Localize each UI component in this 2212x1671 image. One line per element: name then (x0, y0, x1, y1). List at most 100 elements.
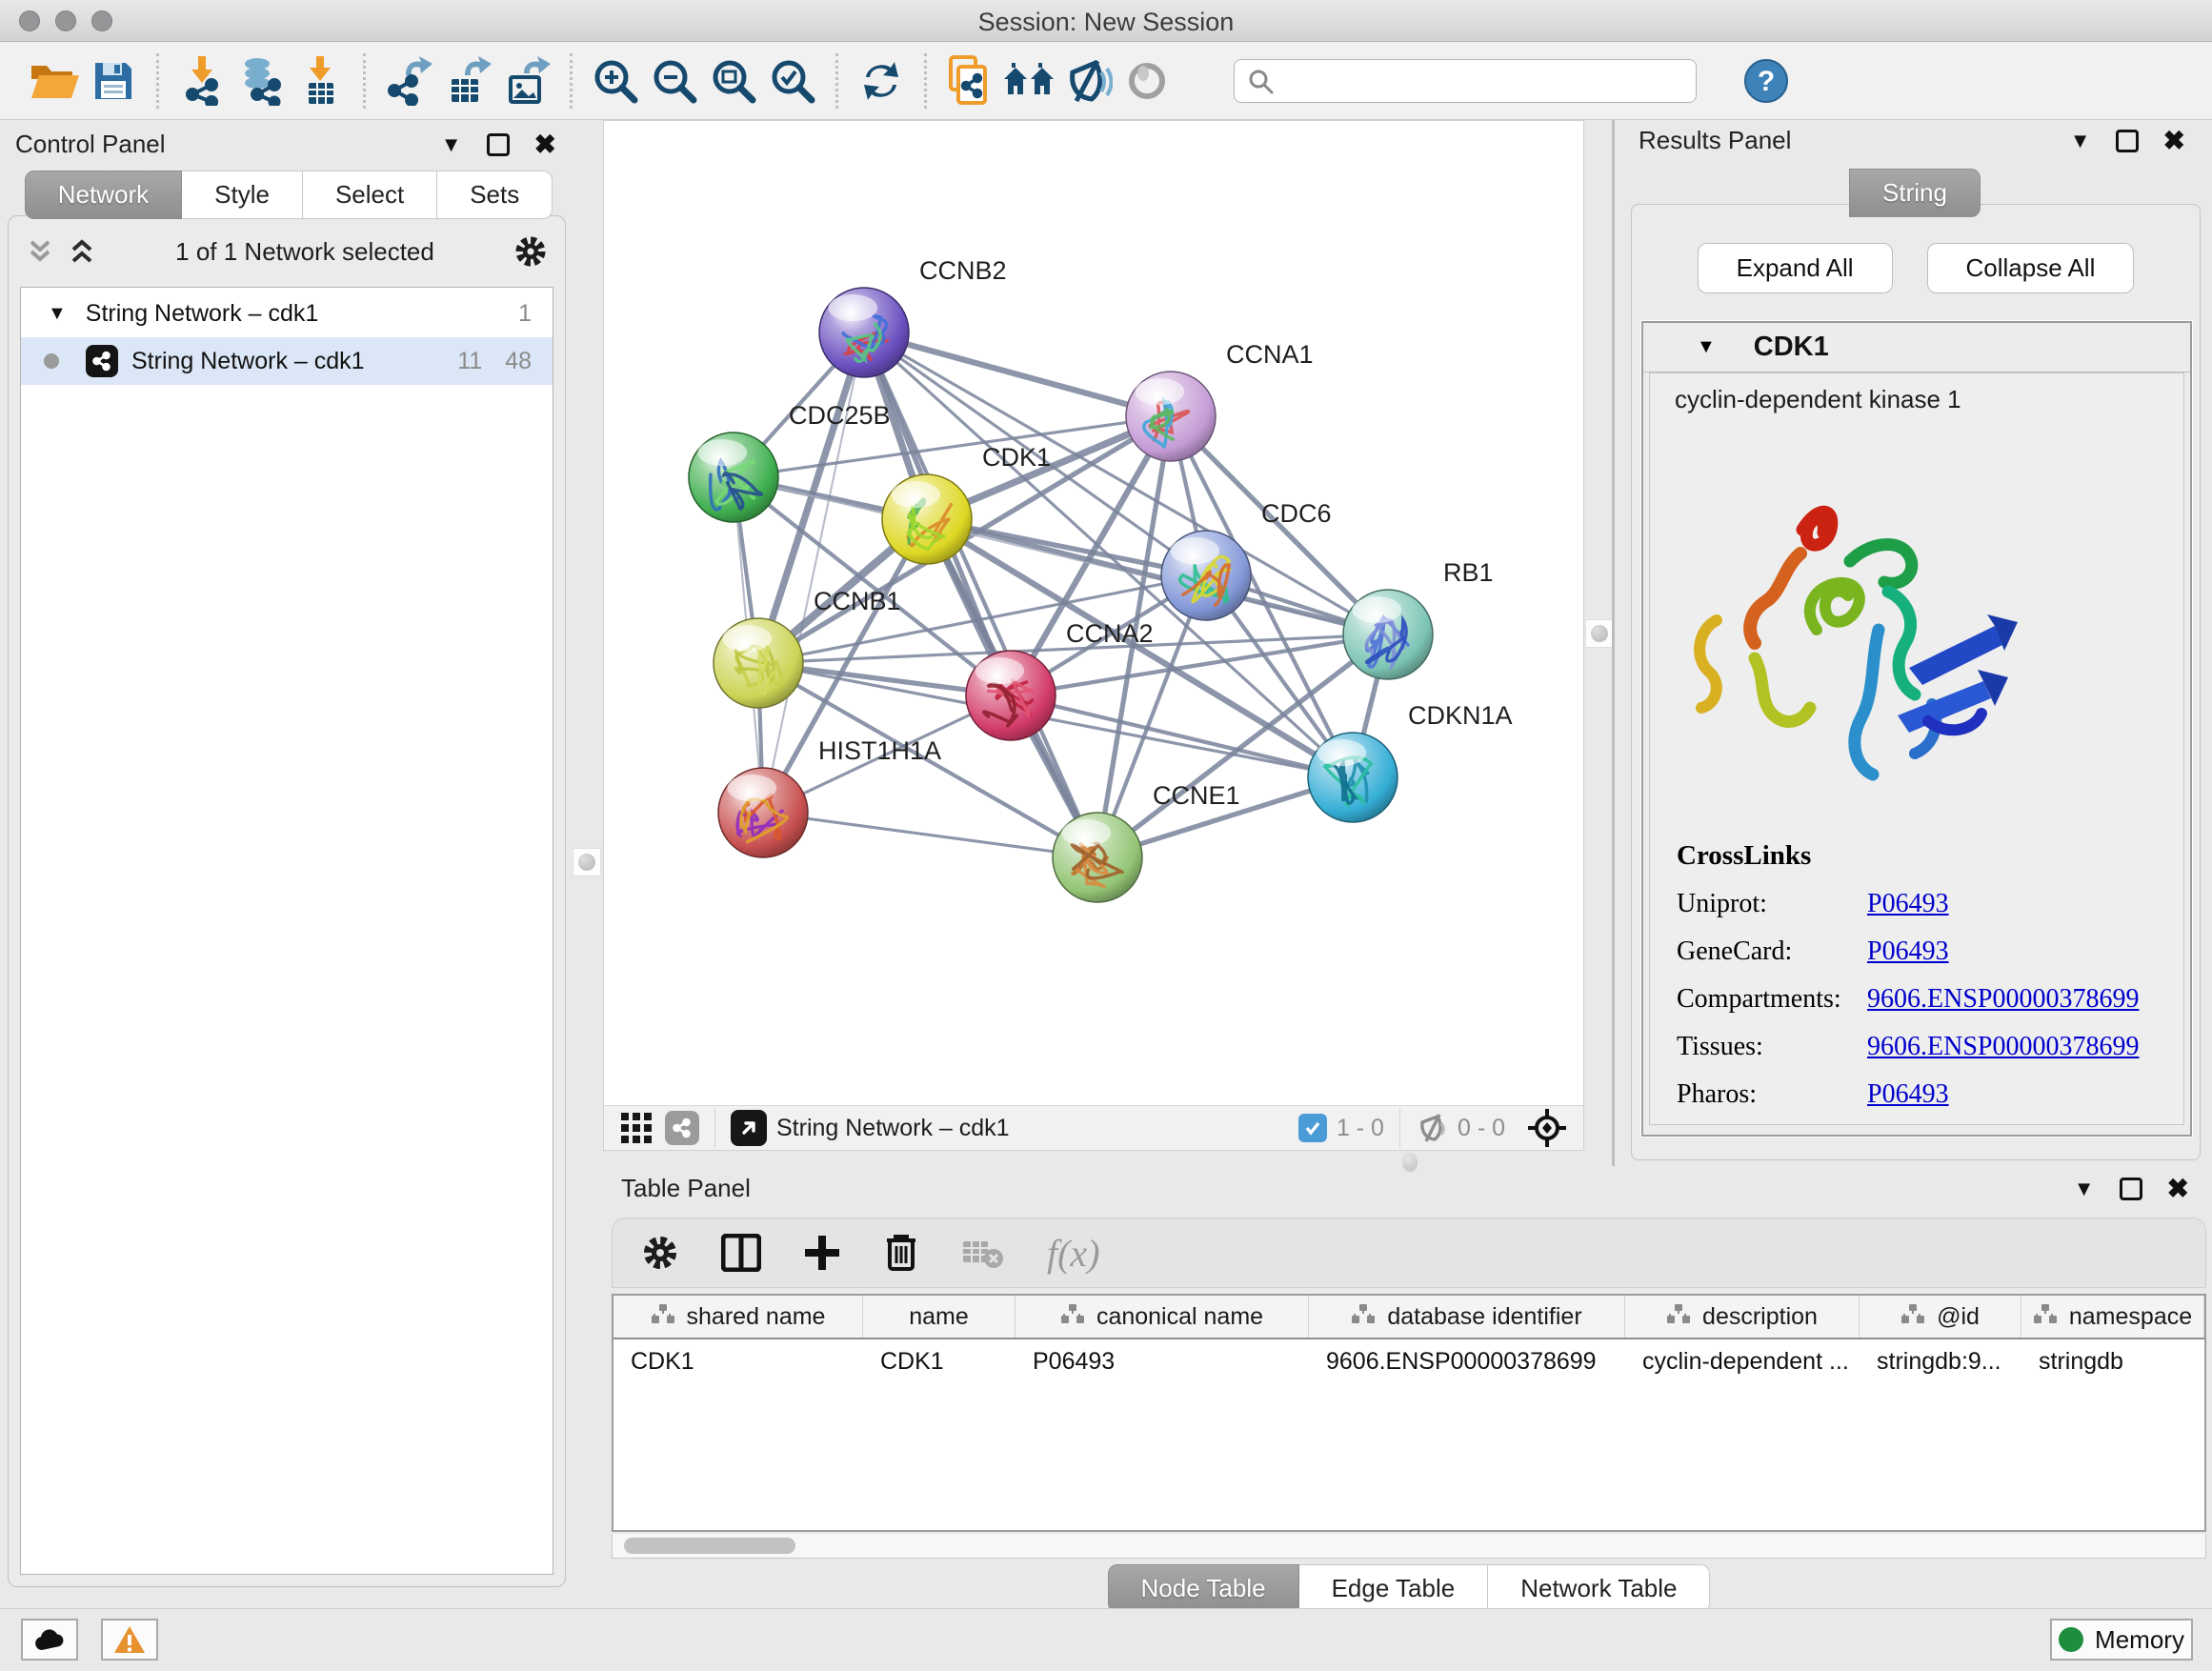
save-session-icon[interactable] (84, 51, 143, 111)
expand-all-button[interactable]: Expand All (1698, 243, 1893, 293)
right-splitter-handle[interactable] (1585, 619, 1614, 648)
tab-style[interactable]: Style (182, 171, 303, 219)
table-row[interactable]: CDK1CDK1P064939606.ENSP00000378699cyclin… (613, 1339, 2204, 1383)
table-cell[interactable]: stringdb:9... (1860, 1339, 2021, 1383)
warning-button[interactable] (101, 1619, 158, 1661)
crosslink-row: GeneCard:P06493 (1677, 936, 2183, 967)
status-bar: Memory (0, 1608, 2212, 1671)
zoom-fit-icon[interactable] (704, 51, 763, 111)
tab-network-table[interactable]: Network Table (1488, 1564, 1710, 1613)
column-header-canonical-name[interactable]: canonical name (1016, 1296, 1309, 1338)
new-network-from-selection-icon[interactable] (940, 51, 999, 111)
grid-view-icon[interactable] (619, 1111, 654, 1145)
tab-select[interactable]: Select (303, 171, 437, 219)
panel-menu-icon[interactable]: ▼ (2074, 1177, 2095, 1201)
scrollbar-thumb[interactable] (624, 1538, 795, 1554)
table-cell[interactable]: 9606.ENSP00000378699 (1309, 1339, 1625, 1383)
column-header-database-identifier[interactable]: database identifier (1309, 1296, 1625, 1338)
gene-header[interactable]: ▼ CDK1 (1643, 323, 2190, 372)
node-HIST1H1A[interactable]: HIST1H1A (718, 736, 941, 857)
left-splitter-handle[interactable] (573, 848, 601, 876)
cloud-button[interactable] (21, 1619, 78, 1661)
table-cell[interactable]: cyclin-dependent ... (1625, 1339, 1860, 1383)
edge-HIST1H1A-CCNE1[interactable] (763, 813, 1097, 857)
column-header--id[interactable]: @id (1860, 1296, 2021, 1338)
tab-string[interactable]: String (1849, 169, 1981, 217)
split-columns-icon[interactable] (721, 1234, 761, 1272)
network-row[interactable]: String Network – cdk1 11 48 (21, 337, 553, 385)
panel-float-icon[interactable] (2116, 130, 2139, 152)
hide-selected-icon[interactable] (1058, 51, 1117, 111)
tab-sets[interactable]: Sets (437, 171, 553, 219)
export-table-icon[interactable] (438, 51, 497, 111)
network-thumbnail-icon[interactable] (665, 1111, 699, 1145)
birds-eye-icon[interactable] (1526, 1107, 1568, 1149)
table-cell[interactable]: CDK1 (863, 1339, 1016, 1383)
import-network-file-icon[interactable] (172, 51, 231, 111)
delete-column-icon[interactable] (883, 1233, 919, 1273)
gear-icon[interactable] (641, 1234, 679, 1272)
add-column-icon[interactable] (803, 1234, 841, 1272)
show-hidden-icon[interactable] (1117, 51, 1176, 111)
column-label: canonical name (1096, 1303, 1263, 1331)
collapse-all-button[interactable]: Collapse All (1927, 243, 2135, 293)
help-icon[interactable]: ? (1737, 51, 1796, 111)
tab-node-table[interactable]: Node Table (1108, 1564, 1299, 1613)
panel-menu-icon[interactable]: ▼ (441, 132, 462, 157)
gene-name: CDK1 (1754, 332, 1829, 363)
tab-edge-table[interactable]: Edge Table (1299, 1564, 1489, 1613)
table-cell[interactable]: CDK1 (613, 1339, 863, 1383)
network-canvas[interactable]: CCNB2CCNA1CDC25BCDK1CDC6RB1CCNB1CCNA2CDK… (604, 121, 1585, 1106)
panel-float-icon[interactable] (487, 133, 510, 156)
gene-expander-icon[interactable]: ▼ (1697, 336, 1716, 358)
tab-network[interactable]: Network (25, 171, 182, 219)
first-neighbors-icon[interactable] (999, 51, 1058, 111)
table-horizontal-scrollbar[interactable] (612, 1534, 2206, 1559)
hidden-eye-icon (1416, 1113, 1448, 1143)
table-panel-title: Table Panel (621, 1174, 751, 1203)
node-CDKN1A[interactable]: CDKN1A (1308, 701, 1513, 822)
panel-close-icon[interactable]: ✖ (2163, 130, 2185, 152)
column-header-shared-name[interactable]: shared name (613, 1296, 863, 1338)
column-header-name[interactable]: name (863, 1296, 1016, 1338)
crosslink-link[interactable]: P06493 (1867, 936, 1949, 967)
zoom-selected-icon[interactable] (763, 51, 822, 111)
network-current-dot (44, 353, 59, 369)
node-CCNA1[interactable]: CCNA1 (1126, 340, 1314, 461)
column-header-namespace[interactable]: namespace (2021, 1296, 2204, 1338)
crosslink-link[interactable]: 9606.ENSP00000378699 (1867, 1032, 2139, 1062)
node-highlight (1135, 378, 1184, 405)
gene-panel: ▼ CDK1 cyclin-dependent kinase 1 (1641, 321, 2192, 1137)
import-network-database-icon[interactable] (231, 51, 291, 111)
right-splitter-bar[interactable] (1612, 120, 1615, 1166)
zoom-in-icon[interactable] (586, 51, 645, 111)
export-network-icon[interactable] (379, 51, 438, 111)
panel-menu-icon[interactable]: ▼ (2070, 129, 2091, 153)
network-collection-row[interactable]: ▼ String Network – cdk1 1 (21, 288, 553, 333)
memory-button[interactable]: Memory (2050, 1619, 2193, 1661)
detach-view-icon[interactable] (731, 1110, 767, 1146)
zoom-out-icon[interactable] (645, 51, 704, 111)
crosslink-link[interactable]: 9606.ENSP00000378699 (1867, 984, 2139, 1015)
collapse-all-icon[interactable] (26, 236, 54, 267)
node-label-CCNE1: CCNE1 (1153, 781, 1240, 810)
table-cell[interactable]: stringdb (2021, 1339, 2204, 1383)
column-header-description[interactable]: description (1625, 1296, 1860, 1338)
collection-expander-icon[interactable]: ▼ (48, 303, 67, 325)
search-input[interactable] (1234, 59, 1697, 103)
import-table-file-icon[interactable] (291, 51, 350, 111)
panel-float-icon[interactable] (2120, 1178, 2142, 1200)
export-image-icon[interactable] (497, 51, 556, 111)
panel-close-icon[interactable]: ✖ (2167, 1178, 2189, 1200)
crosslink-link[interactable]: P06493 (1867, 1079, 1949, 1110)
table-cell[interactable]: P06493 (1016, 1339, 1309, 1383)
gear-icon[interactable] (513, 234, 548, 269)
selected-checkbox-icon[interactable] (1298, 1114, 1327, 1142)
expand-all-icon[interactable] (68, 236, 96, 267)
node-RB1[interactable]: RB1 (1343, 558, 1494, 679)
panel-close-icon[interactable]: ✖ (534, 133, 556, 156)
warning-icon (113, 1625, 146, 1654)
crosslink-link[interactable]: P06493 (1867, 889, 1949, 919)
refresh-layout-icon[interactable] (852, 51, 911, 111)
open-session-icon[interactable] (25, 51, 84, 111)
